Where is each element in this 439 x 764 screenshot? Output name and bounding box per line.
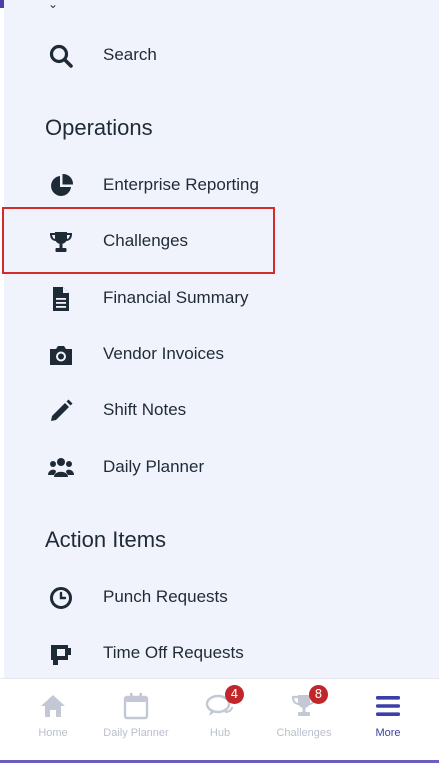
pencil-icon [48, 398, 74, 424]
menu-item-label: Enterprise Reporting [103, 175, 259, 194]
menu-item-challenges[interactable]: Challenges [4, 213, 439, 269]
tab-label: Home [38, 727, 68, 739]
menu-item-enterprise-reporting[interactable]: Enterprise Reporting [4, 157, 439, 213]
hub-badge: 4 [225, 685, 244, 704]
bottom-tab-bar: Home Daily Planner 4 Hub 8 Challenges Mo… [0, 678, 439, 764]
menu-item-time-off-requests[interactable]: Time Off Requests [4, 625, 439, 678]
menu-item-punch-requests[interactable]: Punch Requests [4, 569, 439, 625]
tab-more[interactable]: More [346, 687, 430, 747]
challenges-badge: 8 [309, 685, 328, 704]
camera-icon [48, 342, 74, 368]
tab-label: Daily Planner [103, 727, 169, 739]
menu-item-search[interactable]: Search [4, 27, 439, 83]
section-title-operations: Operations [45, 115, 153, 140]
menu-item-shift-notes[interactable]: Shift Notes [4, 382, 439, 438]
menu-item-label: Financial Summary [103, 288, 249, 307]
menu-item-daily-planner[interactable]: Daily Planner [4, 439, 439, 495]
tab-label: Challenges [276, 727, 332, 739]
menu-item-financial-summary[interactable]: Financial Summary [4, 270, 439, 326]
document-icon [48, 286, 74, 312]
more-menu-list: ⌄ Search Operations Enterprise Reporting… [4, 0, 439, 678]
tab-daily-planner[interactable]: Daily Planner [94, 687, 178, 747]
partial-item-icon: ⌄ [48, 0, 59, 11]
trophy-icon: 8 [289, 685, 328, 721]
menu-item-label: Vendor Invoices [103, 344, 224, 363]
menu-item-label: Time Off Requests [103, 643, 244, 662]
users-icon [48, 455, 74, 481]
tab-label: Hub [209, 727, 231, 739]
pie-chart-icon [48, 173, 74, 199]
tab-challenges[interactable]: 8 Challenges [262, 685, 346, 747]
home-icon [38, 691, 68, 721]
trophy-icon [48, 229, 74, 255]
menu-item-label: Daily Planner [103, 457, 205, 476]
chat-bubbles-icon: 4 [205, 685, 244, 721]
menu-item-label: Punch Requests [103, 587, 228, 606]
calendar-icon [121, 691, 151, 721]
beach-icon [48, 641, 74, 667]
clock-icon [48, 585, 74, 611]
tab-hub[interactable]: 4 Hub [178, 685, 262, 747]
menu-item-label: Search [103, 45, 157, 64]
tab-home[interactable]: Home [11, 687, 95, 747]
menu-item-label: Shift Notes [103, 400, 187, 419]
menu-icon [373, 691, 403, 721]
search-icon [48, 43, 74, 69]
section-title-action-items: Action Items [45, 527, 167, 552]
menu-item-label: Challenges [103, 231, 189, 250]
tab-label: More [375, 727, 401, 739]
menu-item-vendor-invoices[interactable]: Vendor Invoices [4, 326, 439, 382]
